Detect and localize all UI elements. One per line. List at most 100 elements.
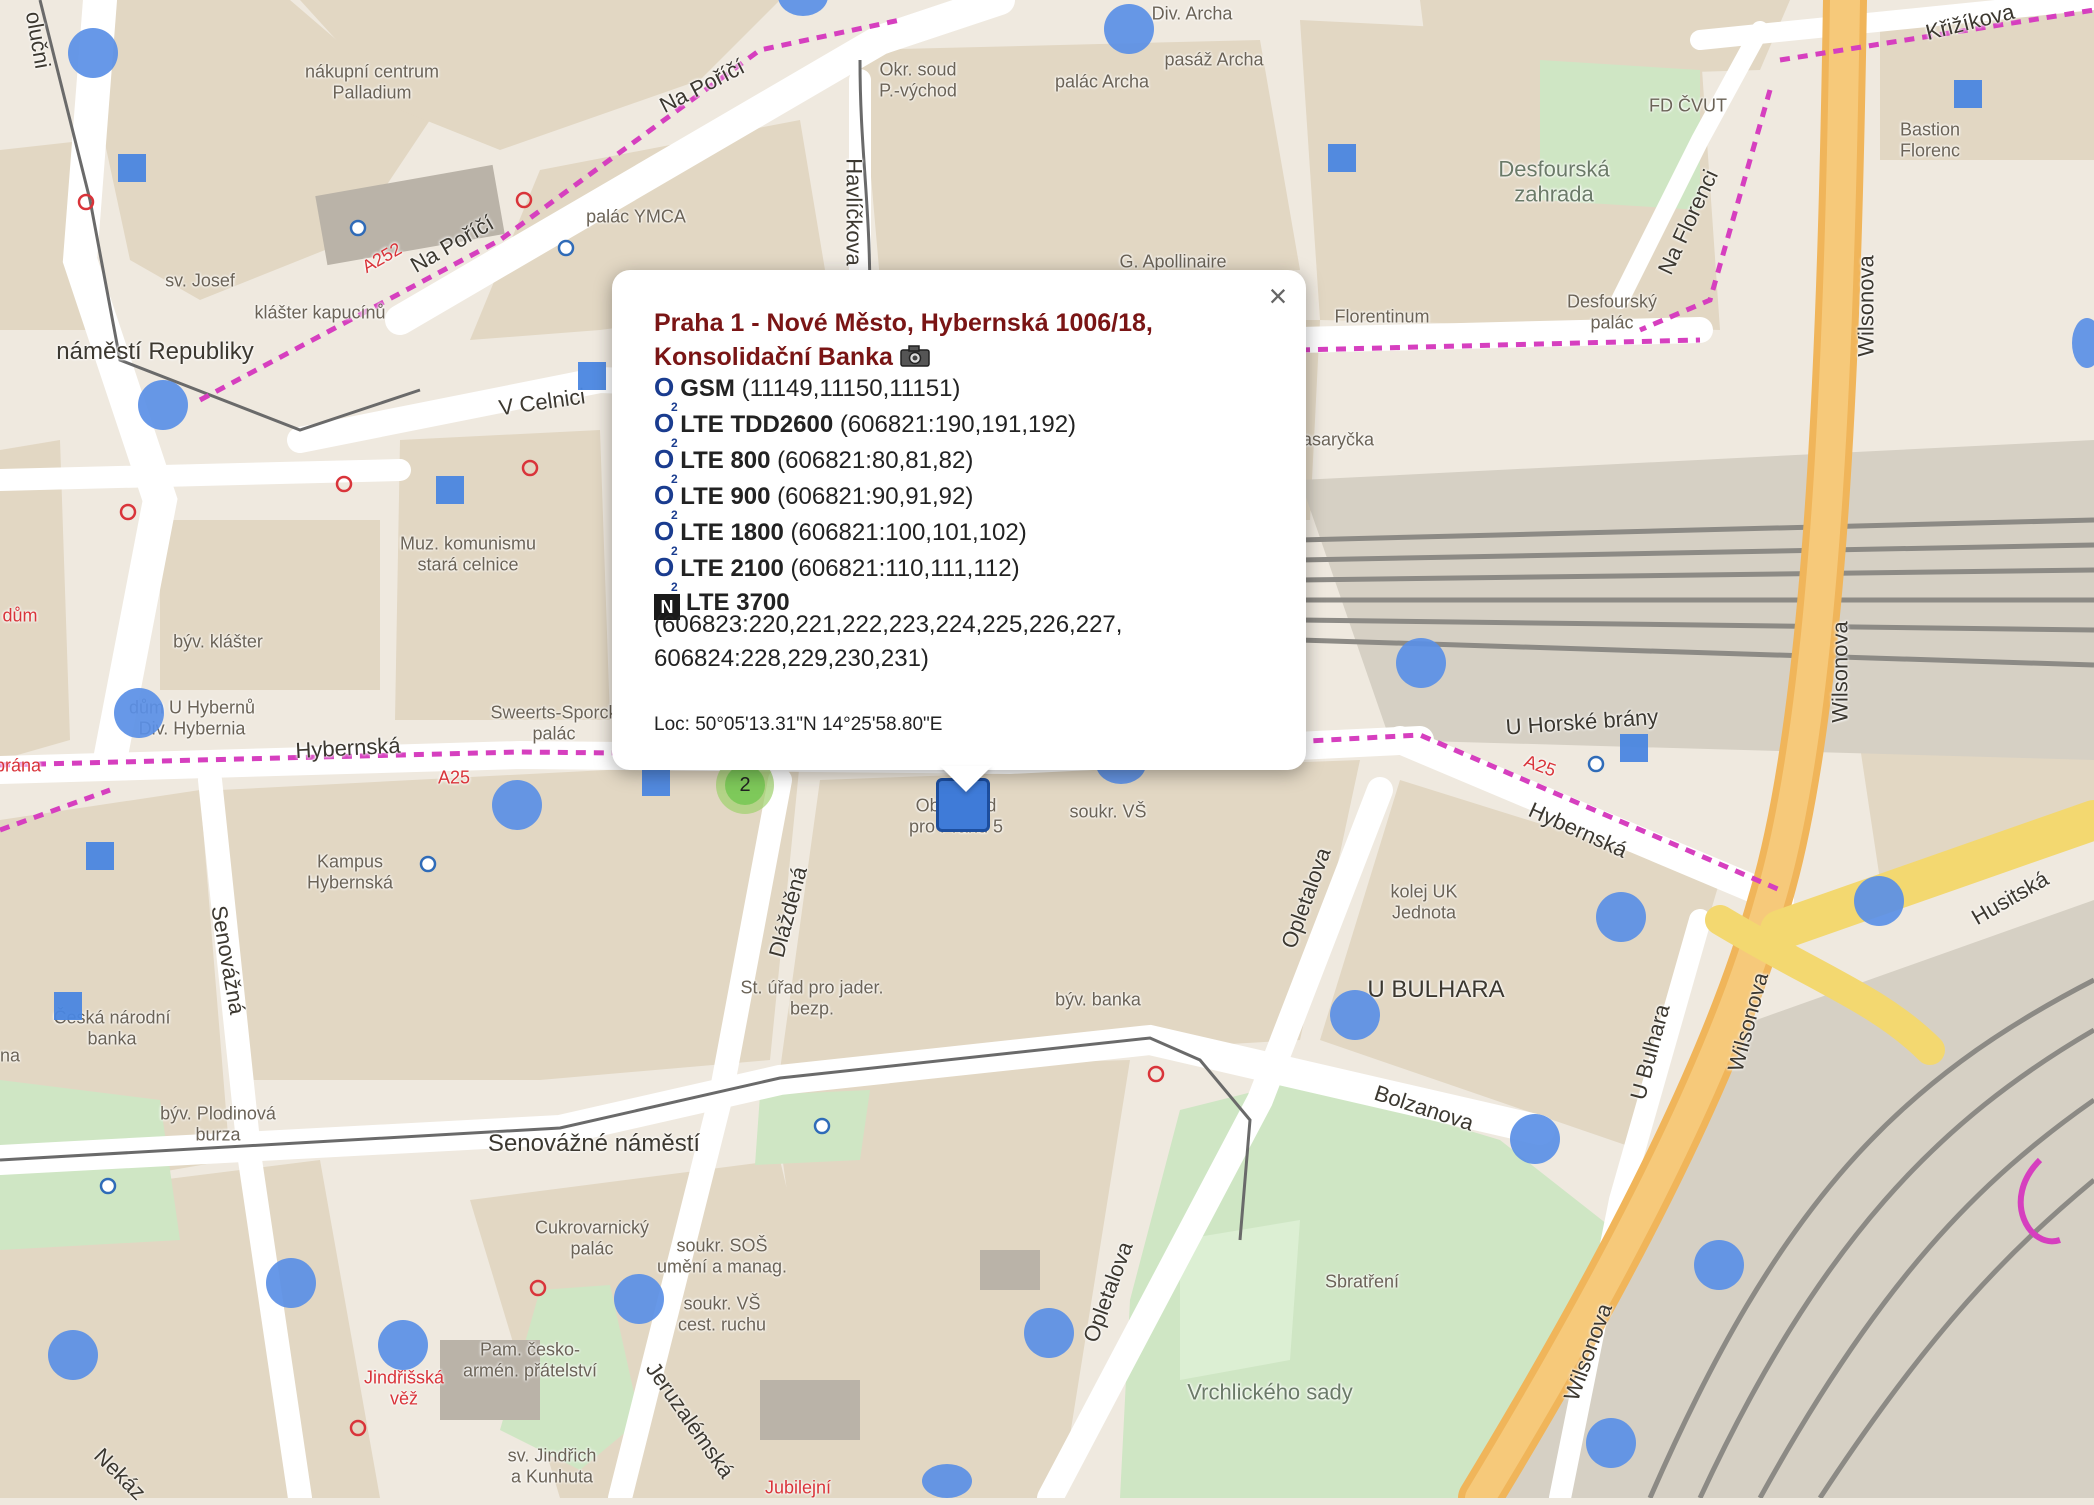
- map-label-soukr-vs-2: soukr. VŠ cest. ruchu: [677, 1293, 767, 1334]
- technology-row: O 2 LTE 900 (606821:90,91,92): [654, 478, 1274, 522]
- technology-row: O 2 LTE TDD2600 (606821:190,191,192): [654, 406, 1274, 450]
- map-label-palac-archa: palác Archa: [1054, 71, 1150, 92]
- map-label-sv-josef: sv. Josef: [165, 270, 235, 291]
- o2-operator-icon: O2: [654, 372, 678, 414]
- cell-site-square[interactable]: [86, 842, 114, 870]
- map-label-jindrisska-vez: Jindřišská věž: [363, 1367, 445, 1408]
- cell-site-marker[interactable]: [1596, 892, 1646, 942]
- map-label-senovazne-namesti: Senovážné náměstí: [487, 1130, 701, 1158]
- cell-site-marker[interactable]: [1396, 638, 1446, 688]
- technology-row: O 2 LTE 2100 (606821:110,111,112): [654, 550, 1274, 594]
- map-label-vrchlickeho-sady: Vrchlického sady: [1187, 1379, 1353, 1405]
- cell-site-marker[interactable]: [378, 1320, 428, 1370]
- cluster-count: 2: [725, 765, 765, 805]
- map-label-na-left: na: [0, 1045, 21, 1066]
- technology-name: LTE 900: [680, 483, 771, 510]
- camera-icon[interactable]: [900, 345, 930, 367]
- map-label-u-bulhara: U BULHARA: [1367, 976, 1505, 1004]
- map-label-div-archa: Div. Archa: [1151, 3, 1233, 24]
- map-label-a25-left: A25: [437, 767, 471, 788]
- map-label-havlickova: Havlíčkova: [841, 158, 867, 266]
- map-label-sbratreni: Sbratření: [1324, 1271, 1400, 1292]
- map-label-desfoursky-palac: Desfourský palác: [1566, 291, 1658, 332]
- map-label-muz-komunismu: Muz. komunismu stará celnice: [399, 533, 537, 574]
- o2-operator-icon: O2: [654, 552, 678, 594]
- cell-site-square[interactable]: [578, 362, 606, 390]
- map-label-dum-left: dům: [2, 605, 38, 626]
- map-label-wilsonova-2: Wilsonova: [1827, 621, 1853, 723]
- cell-ids: (606821:90,91,92): [770, 483, 974, 510]
- popup-title: Praha 1 - Nové Město, Hybernská 1006/18,…: [654, 306, 1254, 374]
- cell-ids: (606821:110,111,112): [783, 555, 1020, 582]
- cell-site-marker[interactable]: [1586, 1418, 1636, 1468]
- cell-site-marker[interactable]: [1694, 1240, 1744, 1290]
- cell-site-marker[interactable]: [1510, 1114, 1560, 1164]
- map-label-byv-klaster: býv. klášter: [173, 631, 263, 652]
- map-label-soukr-vs-1: soukr. VŠ: [1069, 801, 1147, 822]
- cell-site-marker[interactable]: [1854, 876, 1904, 926]
- cell-site-square[interactable]: [118, 154, 146, 182]
- o2-operator-icon: O2: [654, 516, 678, 558]
- lte-3700-ids-line-1: (606823:220,221,222,223,224,225,226,227,: [654, 611, 1123, 638]
- technology-row: O 2 LTE 1800 (606821:100,101,102): [654, 514, 1274, 558]
- location-coordinates: Loc: 50°05'13.31"N 14°25'58.80"E: [654, 714, 943, 735]
- map-label-byv-plodinova: býv. Plodinová burza: [160, 1103, 276, 1144]
- map-label-jubilejni: Jubilejní: [764, 1477, 832, 1498]
- map-label-florentinum: Florentinum: [1334, 306, 1430, 327]
- cell-site-square[interactable]: [1954, 80, 1982, 108]
- map-label-pam-cesko: Pam. česko- armén. přátelství: [462, 1339, 598, 1380]
- map-label-palac-ymca: palác YMCA: [586, 206, 686, 227]
- close-icon[interactable]: ×: [1260, 278, 1296, 314]
- map-label-kolej-uk: kolej UK Jednota: [1390, 881, 1458, 922]
- lte-3700-ids-line-2: 606824:228,229,230,231): [654, 645, 929, 672]
- o2-operator-icon: O2: [654, 444, 678, 486]
- cell-site-square[interactable]: [54, 992, 82, 1020]
- cell-site-square[interactable]: [642, 768, 670, 796]
- map-label-nakupni-centrum: nákupní centrum Palladium: [304, 61, 440, 102]
- map-label-pasaz-archa: pasáž Archa: [1164, 49, 1264, 70]
- map-label-cukrovarnicky-palac: Cukrovarnický palác: [534, 1217, 650, 1258]
- cell-site-marker[interactable]: [68, 28, 118, 78]
- map-label-namesti-republiky: náměstí Republiky: [56, 338, 254, 366]
- map-label-desfourska-zahrada: Desfourská zahrada: [1498, 156, 1610, 207]
- cell-site-marker[interactable]: [614, 1274, 664, 1324]
- technology-name: GSM: [680, 375, 735, 402]
- cell-site-marker[interactable]: [114, 688, 164, 738]
- cell-site-marker[interactable]: [1330, 990, 1380, 1040]
- map-label-klaster-kapucinu: klášter kapucínů: [254, 302, 386, 323]
- cell-site-marker[interactable]: [1104, 4, 1154, 54]
- map-label-masarycka: asaryčka: [1301, 429, 1375, 450]
- cell-ids: (11149,11150,11151): [734, 375, 961, 402]
- technology-row: O 2 LTE 800 (606821:80,81,82): [654, 442, 1274, 486]
- map-label-kampus-hybernska: Kampus Hybernská: [306, 851, 394, 892]
- map-label-soukr-sos: soukr. SOŠ umění a manag.: [656, 1235, 788, 1276]
- o2-operator-icon: O2: [654, 480, 678, 522]
- popup-tip: [940, 766, 992, 792]
- map-label-brana-left: brána: [0, 755, 42, 776]
- technology-name: LTE 1800: [680, 519, 784, 546]
- site-info-popup: × Praha 1 - Nové Město, Hybernská 1006/1…: [612, 270, 1306, 770]
- cell-ids: (606821:190,191,192): [833, 411, 1077, 438]
- technology-name: LTE 800: [680, 447, 771, 474]
- cell-site-marker[interactable]: [266, 1258, 316, 1308]
- cell-site-square[interactable]: [1620, 734, 1648, 762]
- cell-site-square[interactable]: [1328, 144, 1356, 172]
- cell-site-marker[interactable]: [138, 380, 188, 430]
- cell-site-marker[interactable]: [922, 1464, 972, 1498]
- map-label-wilsonova-1: Wilsonova: [1853, 255, 1879, 357]
- map-canvas[interactable]: náměstí Republiky nákupní centrum Palladi…: [0, 0, 2094, 1505]
- cell-site-marker[interactable]: [2072, 318, 2094, 368]
- o2-operator-icon: O2: [654, 408, 678, 450]
- map-label-okr-soud: Okr. soud P.-východ: [879, 59, 957, 100]
- cell-site-square[interactable]: [436, 476, 464, 504]
- technology-row: O 2 GSM (11149,11150,11151): [654, 370, 1274, 414]
- cell-site-marker[interactable]: [48, 1330, 98, 1380]
- cell-site-marker[interactable]: [492, 780, 542, 830]
- map-label-sweerts-sporck: Sweerts-Sporck palác: [490, 702, 618, 743]
- technology-name: LTE TDD2600: [680, 411, 834, 438]
- cell-site-marker[interactable]: [1024, 1308, 1074, 1358]
- cell-ids: (606821:80,81,82): [770, 447, 974, 474]
- technology-name: LTE 2100: [680, 555, 784, 582]
- map-label-byv-banka: býv. banka: [1055, 989, 1141, 1010]
- map-label-fd-cvut: FD ČVUT: [1649, 95, 1727, 116]
